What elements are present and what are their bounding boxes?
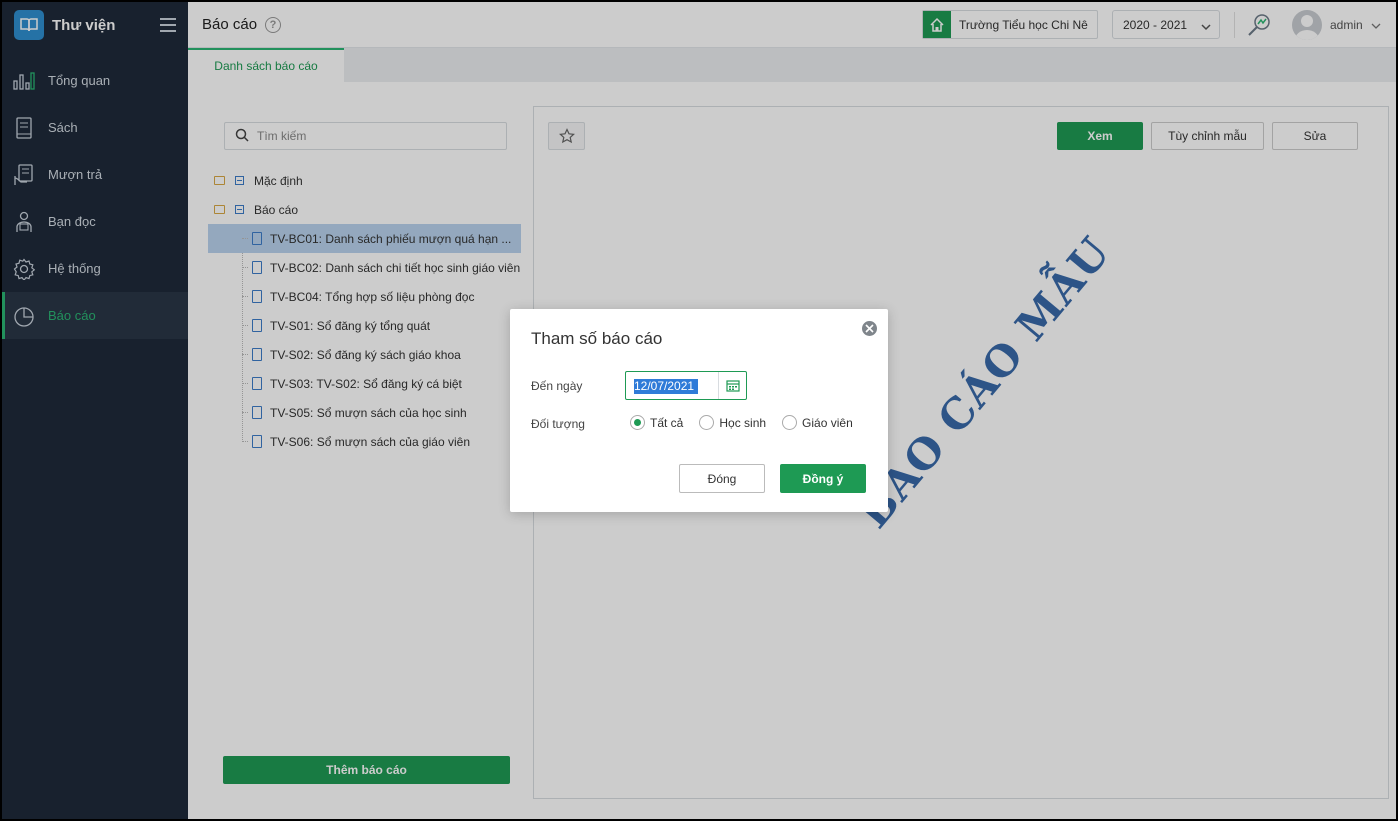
radio-students[interactable]: Học sinh [699, 415, 766, 430]
calendar-icon[interactable] [718, 372, 746, 399]
radio-circle [630, 415, 645, 430]
date-label: Đến ngày [531, 379, 583, 393]
confirm-button[interactable]: Đồng ý [780, 464, 866, 493]
report-parameters-dialog: Tham số báo cáo Đến ngày Đối tượng Tất c… [510, 309, 888, 512]
target-label: Đối tượng [531, 417, 585, 431]
radio-circle [782, 415, 798, 430]
close-icon[interactable] [862, 321, 877, 336]
dialog-title: Tham số báo cáo [531, 329, 663, 348]
app-frame: Thư viện Tổng quan Sách Mượn trả Bạn đọc… [2, 2, 1396, 819]
close-button[interactable]: Đóng [679, 464, 765, 493]
radio-label: Tất cả [650, 415, 684, 430]
radio-label: Học sinh [719, 415, 767, 430]
target-radio-group: Tất cả Học sinh Giáo viên [630, 415, 869, 430]
radio-all[interactable]: Tất cả [630, 415, 683, 430]
radio-label: Giáo viên [802, 415, 853, 430]
date-input[interactable] [626, 372, 720, 399]
radio-circle [699, 415, 715, 430]
radio-teachers[interactable]: Giáo viên [782, 415, 853, 430]
date-field[interactable] [625, 371, 747, 400]
